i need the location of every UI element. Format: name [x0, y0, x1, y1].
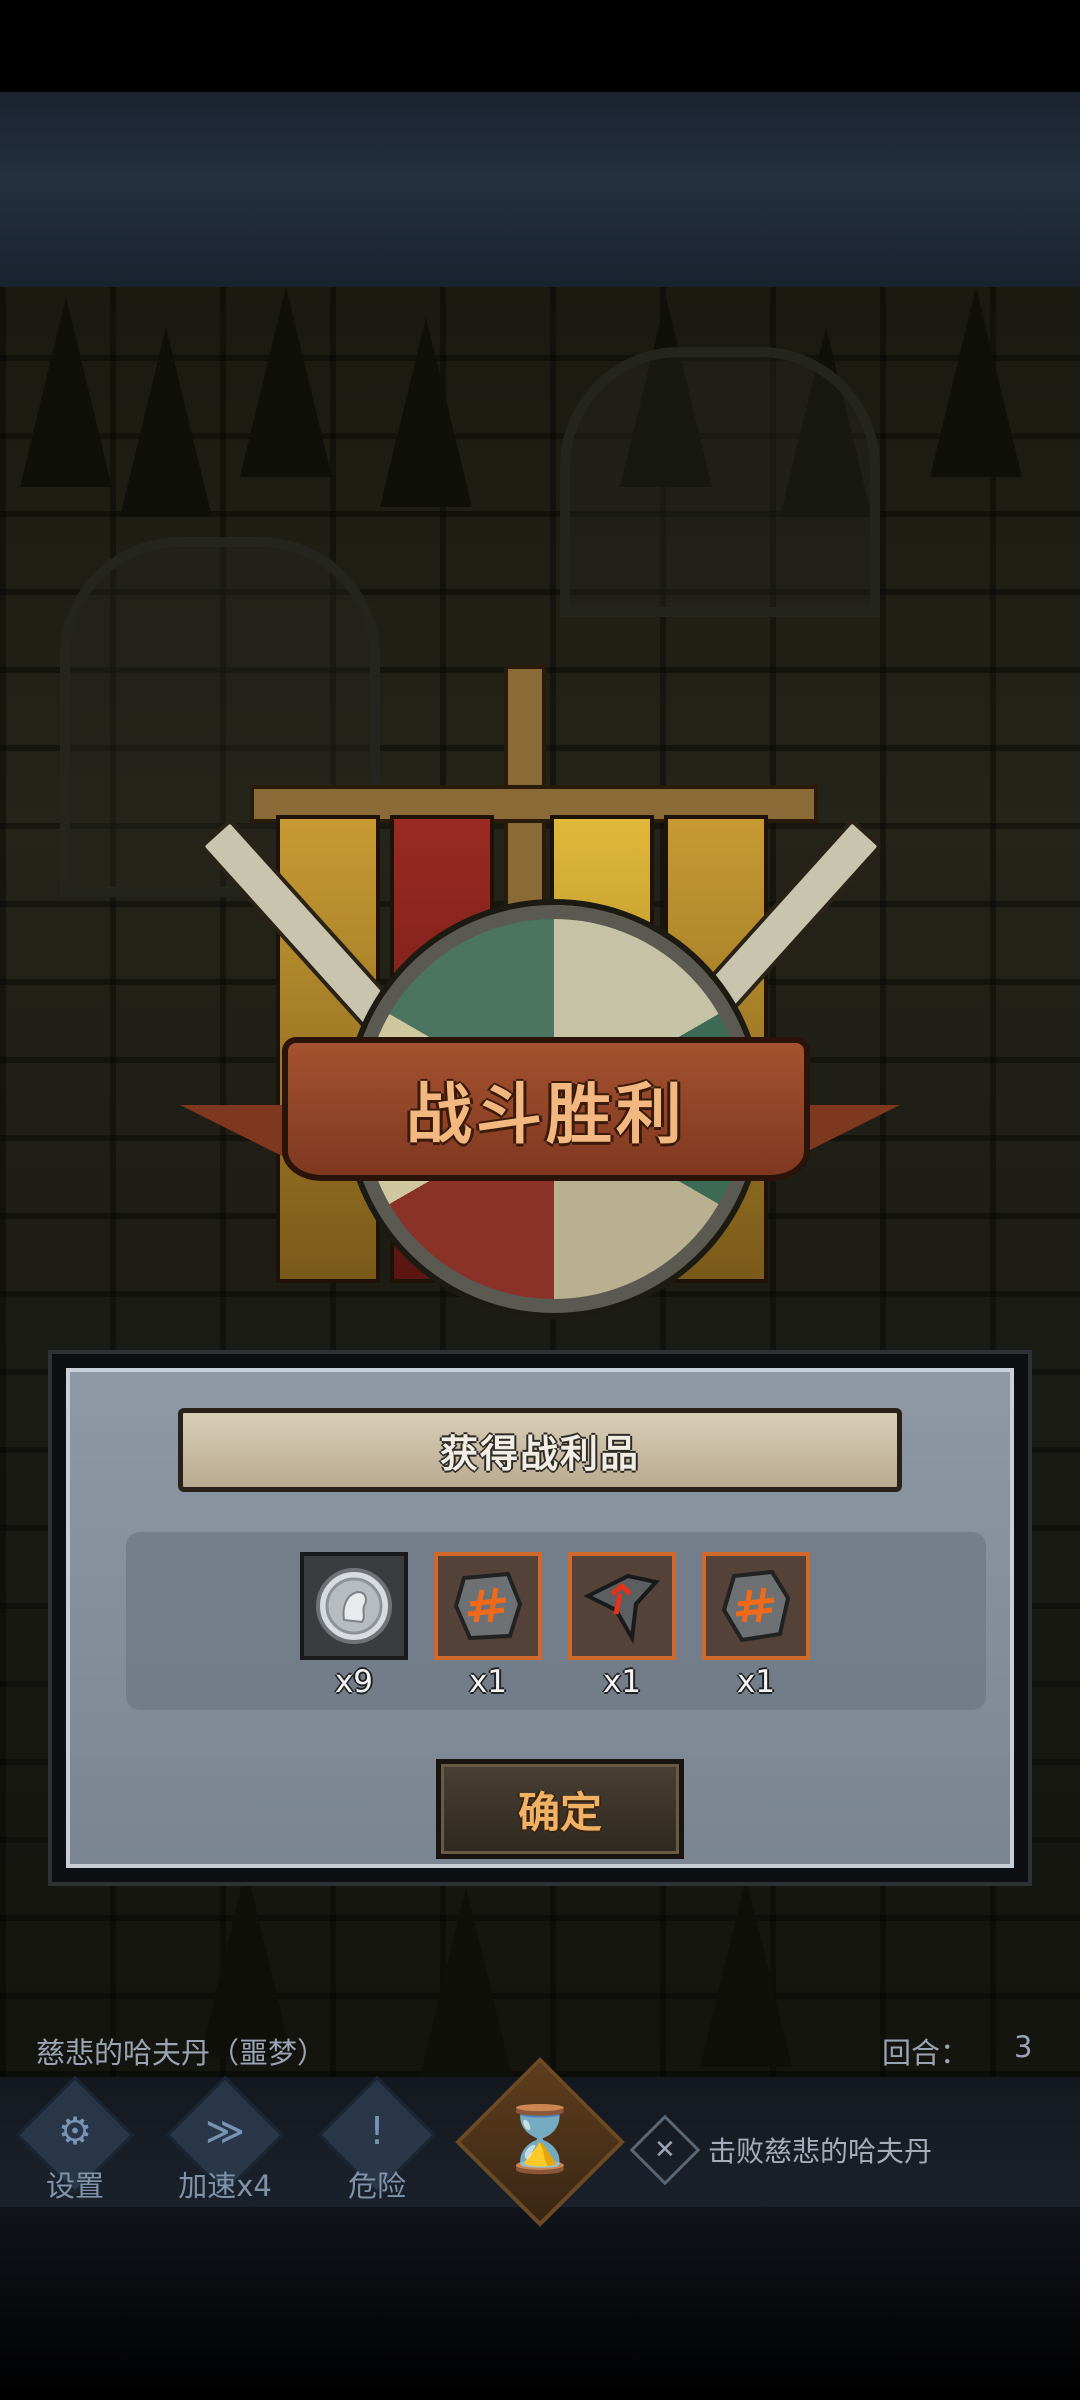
- loot-quantity: x9: [334, 1664, 374, 1700]
- confirm-button-label: 确定: [517, 1787, 602, 1837]
- loot-dialog-panel: 获得战利品 x9 x1 x1 x1 确定: [66, 1368, 1014, 1868]
- speed-button[interactable]: ≫ 加速x4: [160, 2075, 290, 2203]
- loot-quantity: x1: [736, 1664, 776, 1700]
- victory-ribbon: 战斗胜利: [282, 1037, 810, 1181]
- victory-emblem: 战斗胜利: [180, 665, 900, 1355]
- bottom-backdrop: [0, 2207, 1080, 2400]
- round-value: 3: [1014, 2030, 1033, 2064]
- rune-shard-icon: [583, 1573, 660, 1645]
- hourglass-icon: ⌛: [500, 2103, 580, 2177]
- speed-label: 加速x4: [178, 2169, 272, 2203]
- loot-header: 获得战利品: [178, 1408, 902, 1492]
- objective-text: 击败慈悲的哈夫丹: [708, 2135, 933, 2168]
- loot-quantity: x1: [468, 1664, 508, 1700]
- loot-item[interactable]: x1: [702, 1552, 810, 1700]
- top-backdrop: [0, 92, 1080, 287]
- danger-button[interactable]: ! 危险: [312, 2075, 442, 2203]
- gear-icon: ⚙: [57, 2109, 93, 2153]
- rune-stone-icon: [453, 1571, 523, 1641]
- objective: ✕ 击败慈悲的哈夫丹: [629, 2114, 933, 2186]
- loot-item[interactable]: x9: [300, 1552, 408, 1700]
- exclamation-icon: !: [369, 2109, 385, 2153]
- rune-stone-icon: [721, 1569, 791, 1643]
- loot-dialog: 获得战利品 x9 x1 x1 x1 确定: [48, 1350, 1032, 1886]
- danger-label: 危险: [347, 2169, 406, 2203]
- loot-strip: [126, 1532, 986, 1710]
- round-label: 回合：: [882, 2036, 970, 2070]
- loot-slot[interactable]: [702, 1552, 810, 1660]
- fast-forward-icon: ≫: [205, 2109, 245, 2153]
- loot-slot[interactable]: [434, 1552, 542, 1660]
- loot-header-title: 获得战利品: [439, 1431, 640, 1476]
- status-bar-area: [0, 0, 1080, 92]
- boss-name: 慈悲的哈夫丹（噩梦）: [36, 2036, 327, 2070]
- loot-item[interactable]: x1: [434, 1552, 542, 1700]
- crossed-swords-icon: ✕: [629, 2114, 701, 2186]
- settings-label: 设置: [45, 2169, 104, 2203]
- loot-slot[interactable]: [300, 1552, 408, 1660]
- loot-quantity: x1: [602, 1664, 642, 1700]
- confirm-button[interactable]: 确定: [436, 1759, 684, 1859]
- settings-button[interactable]: ⚙ 设置: [10, 2075, 140, 2203]
- loot-slot[interactable]: [568, 1552, 676, 1660]
- loot-item[interactable]: x1: [568, 1552, 676, 1700]
- round-counter: 回合： 3: [882, 2030, 1052, 2078]
- end-turn-button[interactable]: ⌛: [455, 2057, 625, 2227]
- silver-coin-icon: [316, 1568, 392, 1644]
- victory-title: 战斗胜利: [406, 1076, 686, 1153]
